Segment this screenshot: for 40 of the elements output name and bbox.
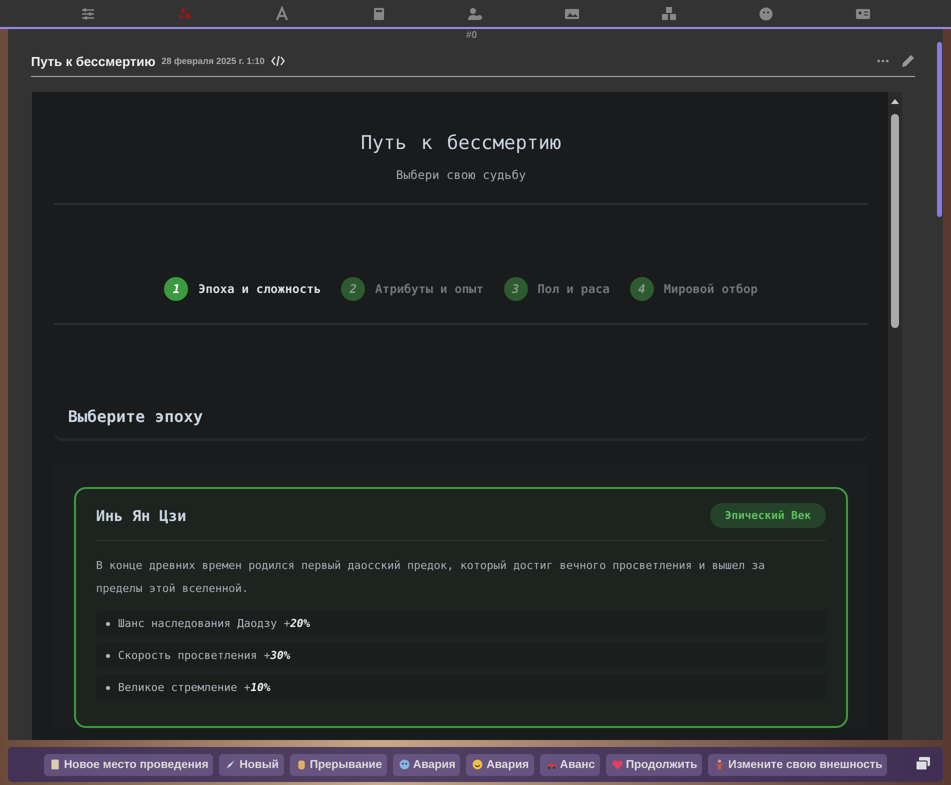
figure-icon [713, 758, 726, 771]
quick-reply-button[interactable]: Новое место проведения [44, 754, 214, 776]
message-title: Путь к бессмертию [31, 54, 156, 68]
counter-label: #0 [466, 30, 478, 41]
scroll-track[interactable] [888, 92, 902, 740]
era-badge: Эпический Век [710, 503, 826, 528]
quick-reply-button[interactable]: Измените свою внешность [708, 754, 888, 776]
section-title: Выберите эпоху [54, 395, 868, 441]
page-title: Путь к бессмертию [360, 132, 562, 154]
cubes-icon[interactable] [660, 6, 677, 22]
step-tab[interactable]: 4 Мировой отбор [630, 277, 758, 301]
heart-icon [610, 758, 624, 771]
sliders-icon[interactable] [80, 6, 96, 22]
quick-reply-button[interactable]: Прерывание [290, 754, 388, 776]
scroll-up-icon[interactable] [891, 98, 899, 104]
bonus-item: Шанс наследования Даодзу +20% [96, 610, 826, 637]
face-icon [398, 758, 412, 771]
page-scrollbar[interactable] [937, 42, 942, 217]
step-tab[interactable]: 3 Пол и раса [504, 277, 610, 301]
smiley-icon[interactable] [758, 6, 774, 22]
era-title: Инь Ян Цзи [96, 506, 186, 524]
quick-reply-button[interactable]: Авария [466, 754, 534, 776]
quick-reply-button[interactable]: Новый [219, 754, 284, 776]
windows-icon[interactable] [915, 756, 931, 772]
era-card[interactable] [74, 487, 848, 728]
bonus-item: Скорость просветления +30% [96, 642, 826, 669]
page-subtitle: Выбери свою судьбу [394, 168, 528, 182]
pencil-icon[interactable] [901, 54, 915, 68]
quick-reply-button[interactable]: Аванс [540, 754, 600, 776]
scroll-thumb[interactable] [891, 114, 899, 328]
quick-reply-button[interactable]: Продолжить [606, 754, 702, 776]
step-tab[interactable]: 2 Атрибуты и опыт [341, 277, 484, 301]
quick-reply-button[interactable]: Авария [393, 754, 460, 776]
face-icon [471, 758, 484, 771]
letter-icon[interactable] [274, 6, 290, 22]
era-description: В конце древних времен родился первый даосский предок, который достиг вечного просветления и вышел за пределы этой вселенной. [96, 558, 766, 597]
step-tab[interactable]: 1 Эпоха и сложность [164, 277, 322, 301]
bonus-item: Великое стремление +10% [96, 674, 826, 701]
message-date: 28 февраля 2025 г. 1:10 [161, 56, 265, 66]
code-icon[interactable] [270, 55, 285, 67]
